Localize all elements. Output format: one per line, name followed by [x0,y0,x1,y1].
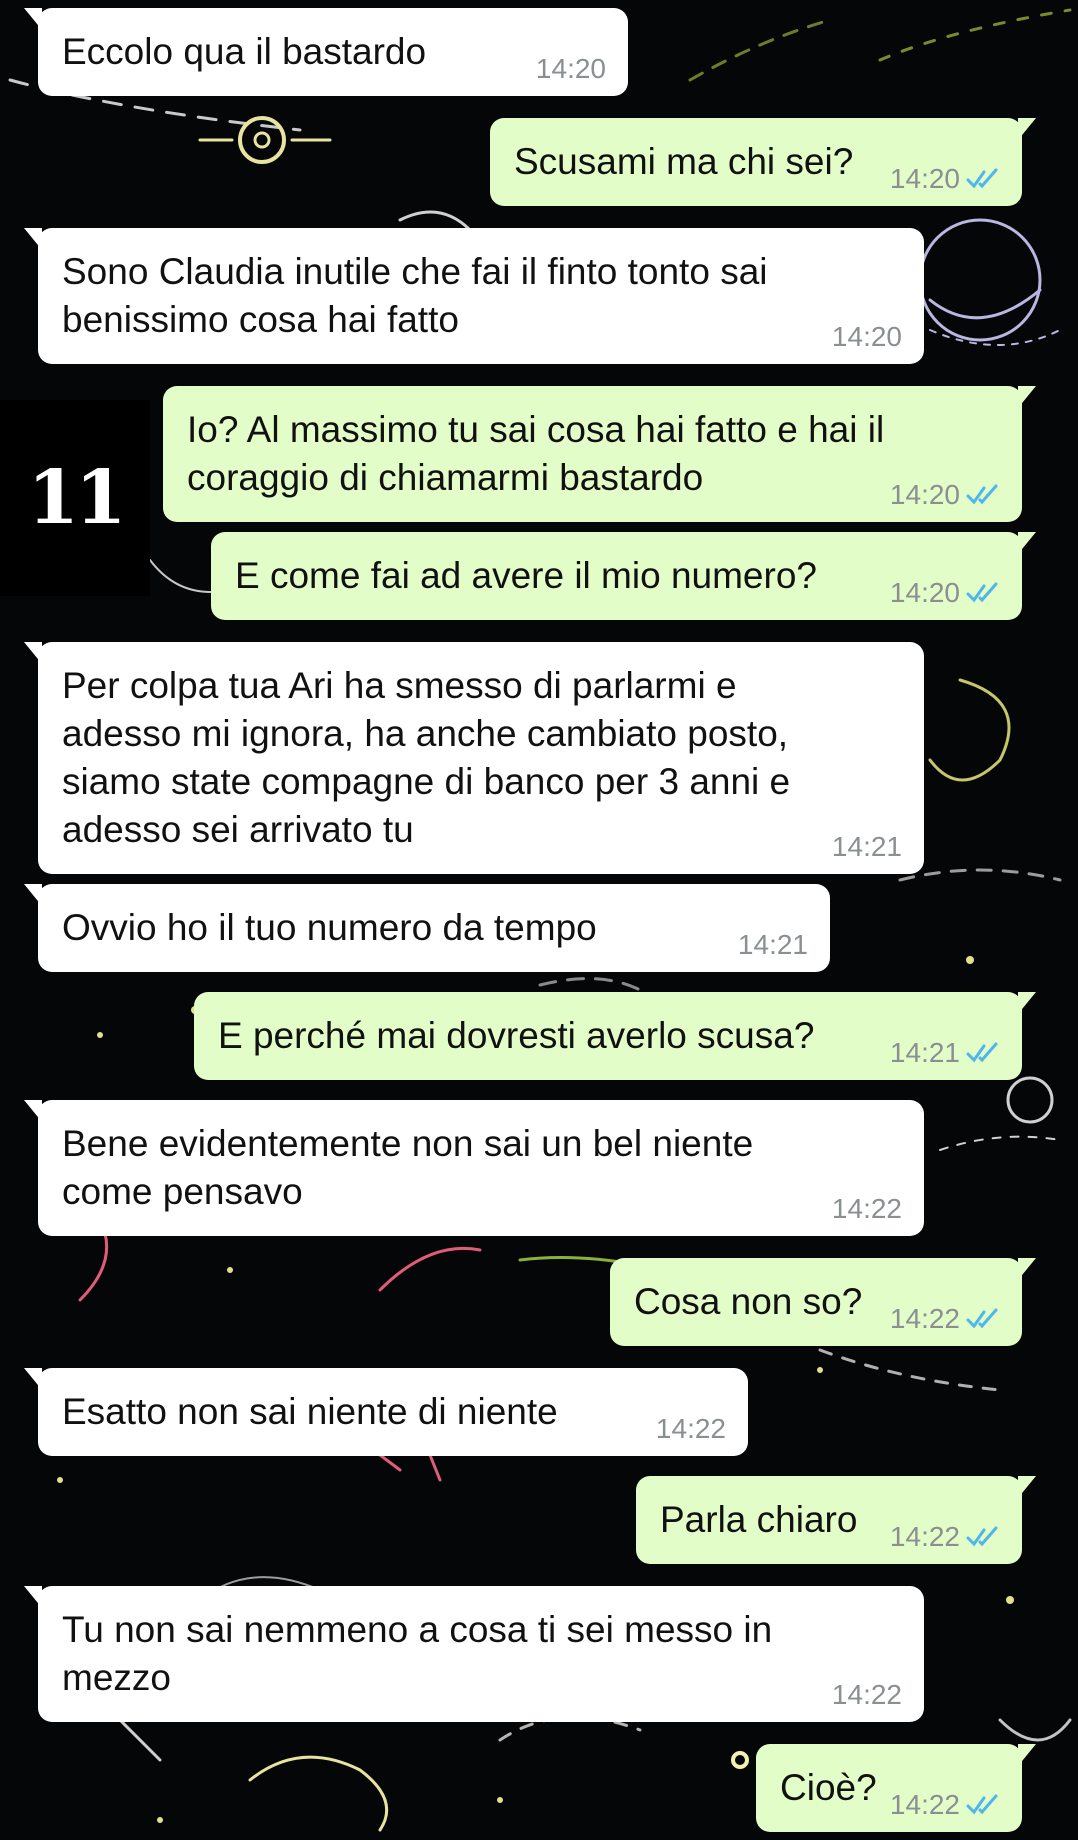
message-incoming[interactable]: Eccolo qua il bastardo 14:20 [24,8,628,96]
message-time: 14:20 [889,577,960,608]
message-time: 14:22 [889,1521,960,1552]
message-incoming[interactable]: Esatto non sai niente di niente 14:22 [24,1368,748,1456]
message-time: 14:22 [831,1193,902,1224]
double-check-read-icon [966,1526,998,1547]
double-check-read-icon [966,168,998,189]
message-time: 14:22 [655,1413,726,1444]
message-outgoing[interactable]: Cosa non so? 14:22 [610,1258,1036,1346]
chat-thread: Eccolo qua il bastardo 14:20 Scusami ma … [0,0,1078,1840]
message-outgoing[interactable]: Scusami ma chi sei? 14:20 [490,118,1036,206]
message-time: 14:22 [889,1789,960,1820]
double-check-read-icon [966,1308,998,1329]
message-time: 14:22 [889,1303,960,1334]
message-time: 14:21 [831,831,902,862]
message-time: 14:20 [535,53,606,84]
double-check-read-icon [966,582,998,603]
message-time: 14:21 [737,929,808,960]
message-incoming[interactable]: Bene evidentemente non sai un bel niente… [24,1100,924,1236]
message-incoming[interactable]: Tu non sai nemmeno a cosa ti sei messo i… [24,1586,924,1722]
message-outgoing[interactable]: Cioè? 14:22 [756,1744,1036,1832]
message-outgoing[interactable]: Parla chiaro 14:22 [636,1476,1036,1564]
message-incoming[interactable]: Ovvio ho il tuo numero da tempo 14:21 [24,884,830,972]
message-time: 14:20 [889,479,960,510]
message-time: 14:20 [831,321,902,352]
message-text: Esatto non sai niente di niente [62,1391,558,1432]
message-incoming[interactable]: Per colpa tua Ari ha smesso di parlarmi … [24,642,924,874]
message-text: Per colpa tua Ari ha smesso di parlarmi … [62,665,791,850]
message-text: Io? Al massimo tu sai cosa hai fatto e h… [187,409,885,498]
message-text: Eccolo qua il bastardo [62,31,427,72]
message-time: 14:22 [831,1679,902,1710]
message-text: Ovvio ho il tuo numero da tempo [62,907,597,948]
message-time: 14:21 [889,1037,960,1068]
message-incoming[interactable]: Sono Claudia inutile che fai il finto to… [24,228,924,364]
double-check-read-icon [966,1794,998,1815]
message-text: Tu non sai nemmeno a cosa ti sei messo i… [62,1609,773,1698]
double-check-read-icon [966,1042,998,1063]
message-text: Sono Claudia inutile che fai il finto to… [62,251,768,340]
message-text: E perché mai dovresti averlo scusa? [218,1015,815,1056]
message-outgoing[interactable]: Io? Al massimo tu sai cosa hai fatto e h… [163,386,1036,522]
message-text: E come fai ad avere il mio numero? [235,555,817,596]
message-text: Bene evidentemente non sai un bel niente… [62,1123,754,1212]
message-outgoing[interactable]: E come fai ad avere il mio numero? 14:20 [211,532,1036,620]
message-time: 14:20 [889,163,960,194]
double-check-read-icon [966,484,998,505]
message-outgoing[interactable]: E perché mai dovresti averlo scusa? 14:2… [194,992,1036,1080]
